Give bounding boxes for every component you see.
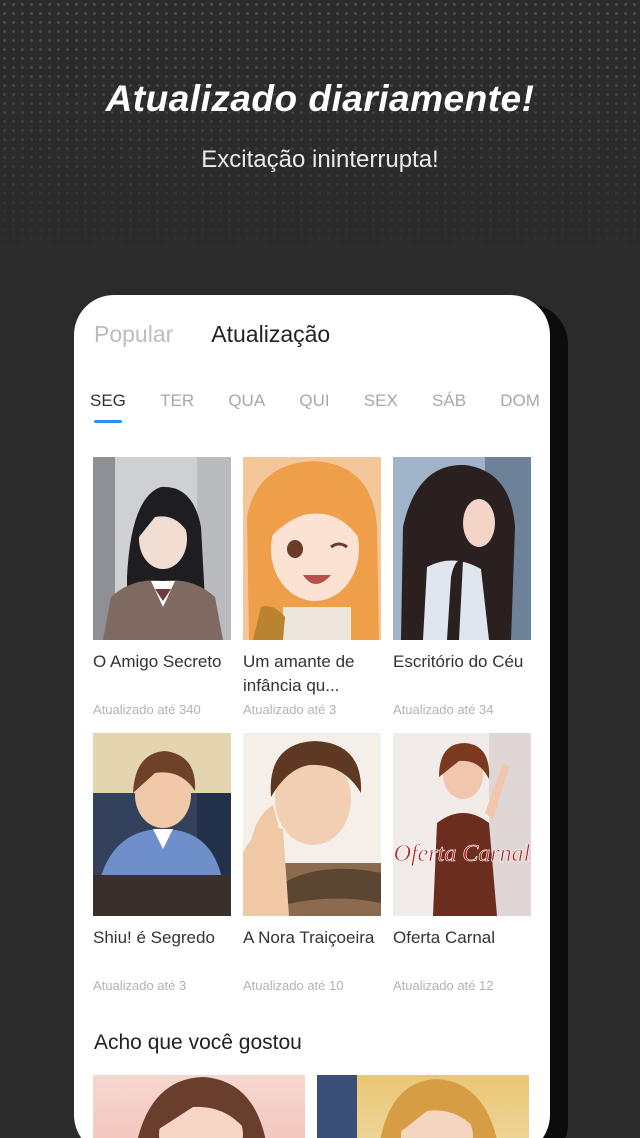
day-tab-qua[interactable]: QUA <box>228 391 265 423</box>
phone-frame: Popular Atualização SEG TER QUA QUI SEX … <box>74 295 550 1138</box>
comic-title: A Nora Traiçoeira <box>243 928 375 947</box>
cover-art-title: Oferta Carnal <box>394 841 531 867</box>
comic-card[interactable]: A Nora Traiçoeira Atualizado até 10 <box>243 733 381 993</box>
comic-cover: Oferta Carnal <box>393 733 531 916</box>
comic-card[interactable]: Um amante de infância qu... Atualizado a… <box>243 457 381 717</box>
comic-cover <box>93 733 231 916</box>
comic-title: Oferta Carnal <box>393 928 496 947</box>
comic-updated: Atualizado até 3 <box>93 978 187 993</box>
weekday-tabs: SEG TER QUA QUI SEX SÁB DOM <box>90 391 540 423</box>
day-tab-dom[interactable]: DOM <box>500 391 540 423</box>
tab-popular[interactable]: Popular <box>94 321 173 348</box>
comic-updated: Atualizado até 3 <box>243 702 337 717</box>
day-tab-sex[interactable]: SEX <box>364 391 398 423</box>
comic-cover <box>243 733 381 916</box>
recommendations-title: Acho que você gostou <box>94 1031 302 1054</box>
comic-card[interactable]: Shiu! é Segredo Atualizado até 3 <box>93 733 231 993</box>
comic-updated: Atualizado até 34 <box>393 702 494 717</box>
day-tab-sab[interactable]: SÁB <box>432 391 466 423</box>
day-tab-qui[interactable]: QUI <box>299 391 329 423</box>
comic-updated: Atualizado até 10 <box>243 978 344 993</box>
comic-title: O Amigo Secreto <box>93 652 222 671</box>
recommended-comic-cover[interactable] <box>93 1075 305 1138</box>
recommended-comic-cover[interactable] <box>317 1075 529 1138</box>
comic-cover <box>243 457 381 640</box>
day-tab-ter[interactable]: TER <box>160 391 194 423</box>
promo-subheadline: Excitação ininterrupta! <box>201 146 439 173</box>
comic-grid: O Amigo Secreto Atualizado até 340 Um am… <box>93 457 533 1009</box>
day-tab-seg[interactable]: SEG <box>90 391 126 423</box>
comic-card[interactable]: Oferta Carnal Oferta Carnal Atualizado a… <box>393 733 531 993</box>
tab-atualizacao[interactable]: Atualização <box>211 321 330 348</box>
comic-card[interactable]: O Amigo Secreto Atualizado até 340 <box>93 457 231 717</box>
comic-updated: Atualizado até 340 <box>93 702 201 717</box>
top-tabs: Popular Atualização <box>94 321 330 348</box>
comic-title: Shiu! é Segredo <box>93 928 215 947</box>
promo-headline: Atualizado diariamente! <box>105 78 535 119</box>
comic-title: Um amante de infância qu... <box>243 652 355 695</box>
comic-cover <box>393 457 531 640</box>
comic-title: Escritório do Céu <box>393 652 524 671</box>
comic-updated: Atualizado até 12 <box>393 978 494 993</box>
comic-card[interactable]: Escritório do Céu Atualizado até 34 <box>393 457 531 717</box>
comic-cover <box>93 457 231 640</box>
